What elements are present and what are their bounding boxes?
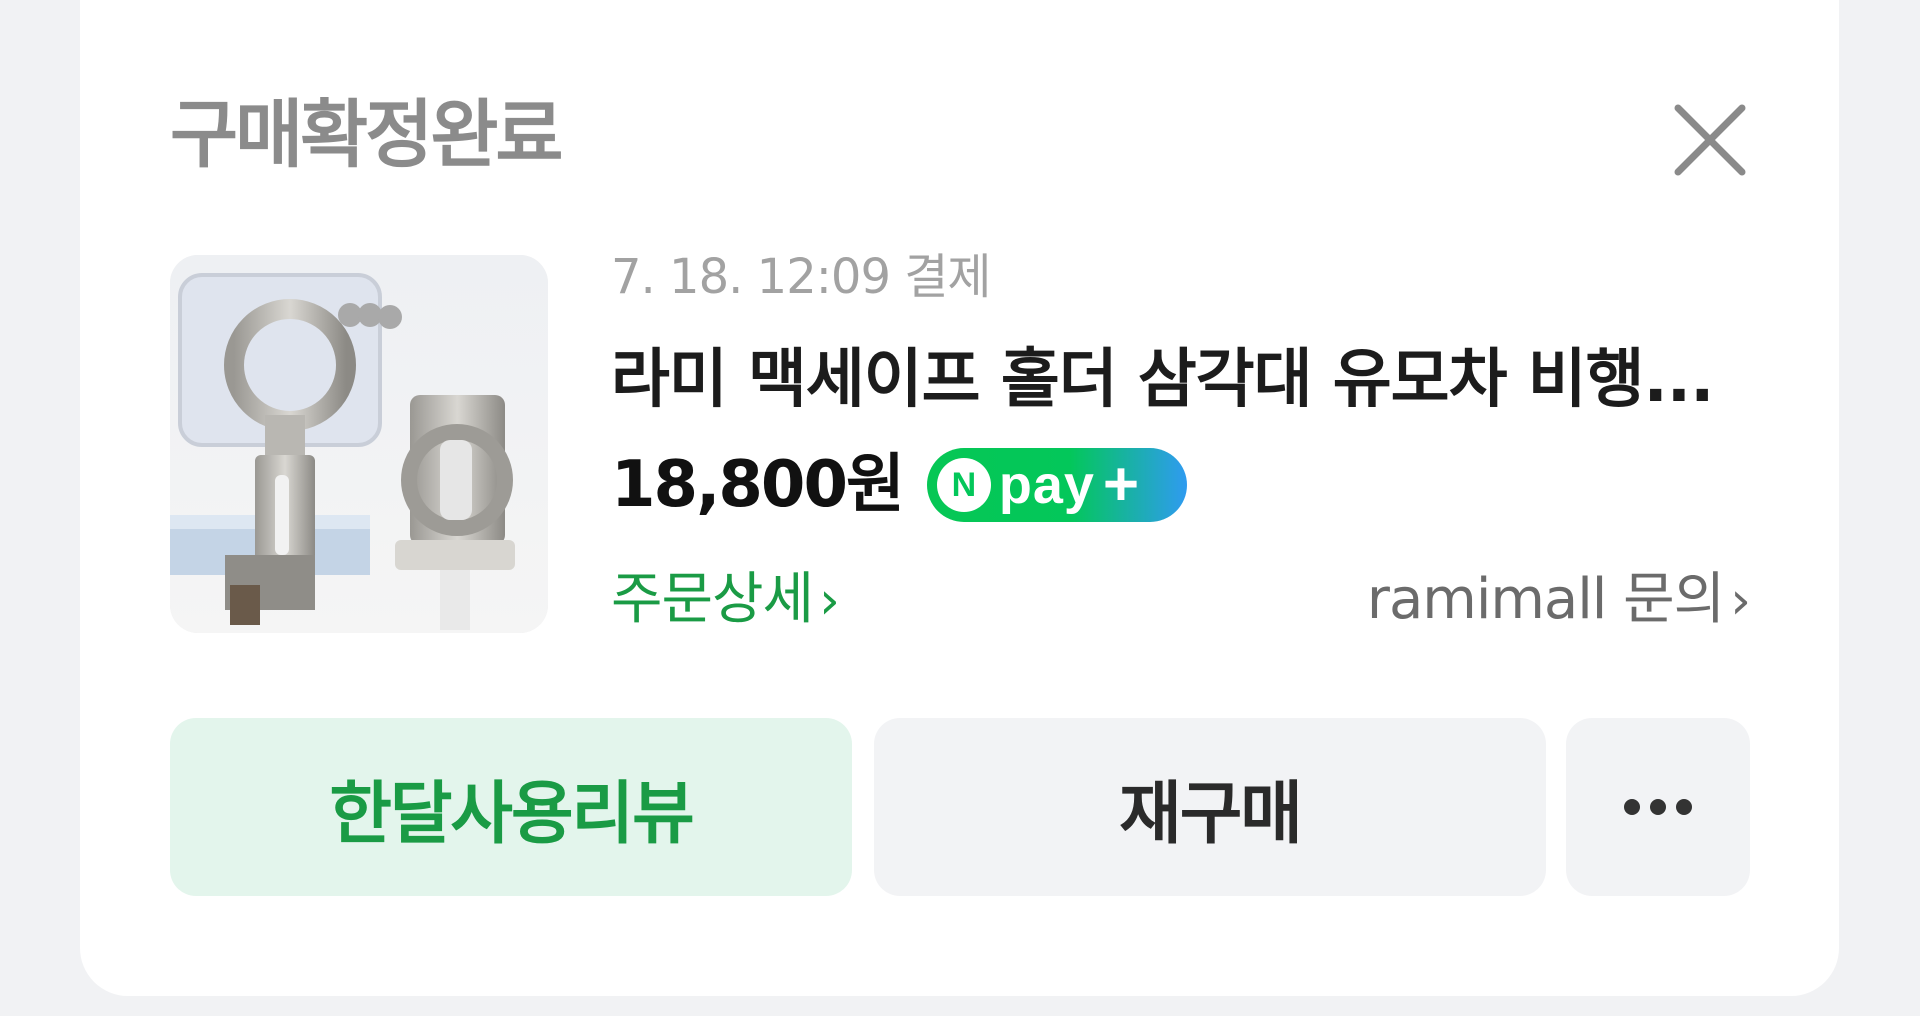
rebuy-label: 재구매 [1119, 774, 1303, 854]
product-image [170, 255, 548, 633]
chevron-right-icon: › [819, 571, 840, 631]
more-options-button[interactable] [1566, 718, 1750, 896]
monthly-review-label: 한달사용리뷰 [329, 774, 694, 854]
price-row: 18,800원 N pay + [611, 445, 1187, 525]
card-title: 구매확정완료 [170, 92, 563, 178]
close-icon [1674, 104, 1746, 176]
order-detail-link[interactable]: 주문상세 › [611, 560, 840, 641]
close-button[interactable] [1670, 100, 1750, 180]
plus-icon: + [1102, 450, 1140, 519]
seller-inquiry-link[interactable]: ramimall 문의 › [1366, 560, 1751, 641]
monthly-review-button[interactable]: 한달사용리뷰 [170, 718, 852, 896]
price: 18,800원 [611, 448, 905, 522]
payment-info: 7. 18. 12:09 결제 [611, 249, 992, 305]
product-name[interactable]: 라미 맥세이프 홀더 삼각대 유모차 비행... [611, 340, 1751, 420]
seller-inquiry-label: ramimall 문의 [1366, 567, 1725, 632]
more-horizontal-icon [1624, 799, 1692, 815]
order-card: 구매확정완료 7. 18. 12:09 결제 라미 맥세이프 홀더 삼각대 유모… [80, 0, 1839, 996]
product-thumbnail[interactable] [170, 255, 548, 633]
npay-plus-badge: N pay + [926, 448, 1187, 522]
chevron-right-icon: › [1730, 571, 1751, 631]
order-detail-label: 주문상세 [611, 567, 814, 632]
npay-n-icon: N [936, 458, 991, 512]
rebuy-button[interactable]: 재구매 [874, 718, 1546, 896]
npay-text: pay [998, 455, 1095, 515]
